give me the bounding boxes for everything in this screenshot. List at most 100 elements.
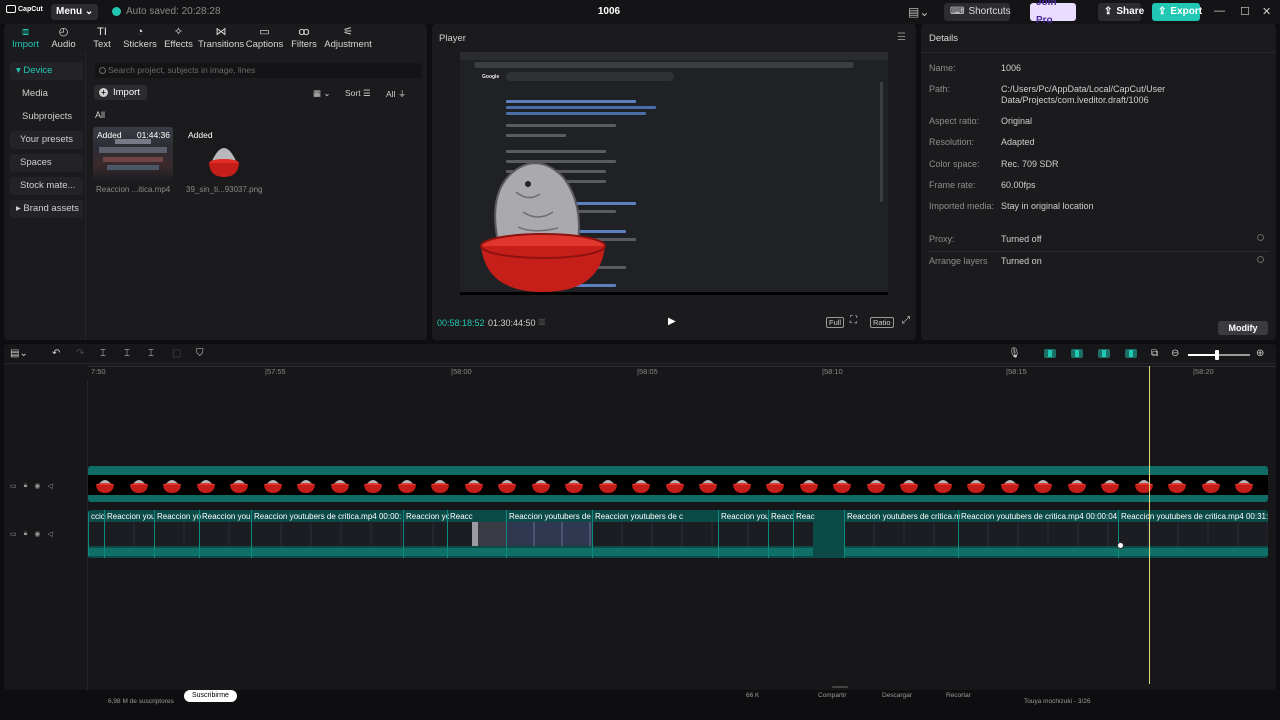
video-clip[interactable]: Reaccion youtubers de critica.m [844, 510, 960, 558]
tab-import[interactable]: ⧈ Import [7, 24, 44, 52]
join-pro-button[interactable]: Join Pro [1030, 0, 1076, 26]
main-video-track[interactable]: ccior Reaccion you Reaccion yo Reaccion … [88, 510, 1268, 558]
maximize-icon[interactable]: ☐ [1240, 5, 1250, 18]
close-icon[interactable]: ✕ [1262, 5, 1271, 18]
nav-device[interactable]: ▾ Device [10, 62, 83, 80]
delete-icon[interactable]: ▢ [172, 348, 181, 359]
tab-filters[interactable]: ꝏ Filters [285, 24, 323, 52]
shortcuts-button[interactable]: ⌨ Shortcuts [944, 3, 1011, 21]
eye-icon[interactable]: ◉ [34, 530, 40, 538]
video-clip[interactable]: Reaccion yo [154, 510, 201, 558]
timeline-scrollbar[interactable] [832, 686, 848, 688]
nav-brand-assets[interactable]: ▸ Brand assets [10, 200, 83, 218]
video-clip[interactable]: Reaccion you [718, 510, 769, 558]
eye-icon[interactable]: ◉ [34, 482, 40, 490]
audio-icon[interactable]: ◁ [47, 482, 52, 490]
shield-icon[interactable]: ⛉ [196, 348, 204, 359]
lock-icon[interactable]: 🔒︎ [24, 482, 28, 490]
nav-spaces[interactable]: Spaces [10, 154, 83, 172]
media-item-video[interactable]: Added 01:44:36 [93, 127, 173, 181]
clip-filmstrip [845, 522, 958, 546]
keyframe-marker[interactable] [1117, 542, 1124, 549]
fit-icon[interactable]: ⛶ [850, 315, 857, 326]
video-clip[interactable]: Reaccion youtubers de critica.mp4 00:00:… [958, 510, 1118, 558]
detail-value: 1006 [1001, 63, 1022, 73]
timeline-marker-icon[interactable]: ▥ [538, 317, 546, 326]
ratio-button[interactable]: Ratio [870, 317, 894, 328]
play-icon[interactable]: ▶ [668, 316, 676, 327]
nav-subprojects[interactable]: Subprojects [10, 108, 83, 126]
overlay-image-track[interactable] [88, 466, 1268, 502]
nav-media[interactable]: Media [10, 85, 83, 103]
nav-your-presets[interactable]: Your presets [10, 131, 83, 149]
video-clip[interactable]: ccior [88, 510, 106, 558]
undo-icon[interactable]: ↶ [52, 348, 60, 359]
microphone-icon[interactable]: 🎙 [1008, 348, 1021, 359]
split-icon[interactable]: ⌶ [100, 348, 106, 359]
fullscreen-icon[interactable]: ⤢ [902, 315, 910, 326]
zoom-in-icon[interactable]: ⊕ [1256, 348, 1264, 359]
nav-stock-material[interactable]: Stock mate... [10, 177, 83, 195]
audio-icon[interactable]: ◁ [47, 530, 52, 538]
media-item-image[interactable]: Added [184, 127, 264, 181]
video-clip[interactable]: Reaccion you [104, 510, 155, 558]
filter-all-button[interactable]: All ⏚ [386, 88, 406, 100]
tab-adjustment[interactable]: ⚟ Adjustment [323, 24, 373, 52]
preview-axis-icon[interactable] [1098, 349, 1110, 358]
linkage-icon[interactable] [1071, 349, 1083, 358]
share-button[interactable]: ⇪ Share [1098, 3, 1144, 21]
timeline-ruler[interactable]: 7:50 |57:55 |58:00 |58:05 |58:10 |58:15 … [88, 365, 1276, 377]
import-button[interactable]: + Import [94, 85, 147, 100]
detail-key: Resolution: [929, 137, 975, 147]
detail-key: Imported media: [929, 201, 995, 211]
magnet-icon[interactable] [1044, 349, 1056, 358]
info-icon[interactable] [1257, 234, 1264, 241]
playhead[interactable] [1149, 366, 1150, 684]
media-search-input[interactable]: Search project, subjects in image, lines [95, 63, 422, 78]
video-clip[interactable]: Reaccion you [199, 510, 251, 558]
media-item-name: 39_sin_ti...93037.png [186, 185, 263, 194]
video-clip[interactable]: Reacc [768, 510, 794, 558]
layout-select-icon[interactable]: ▤⌄ [10, 348, 28, 359]
trim-left-icon[interactable]: ⌶ [124, 348, 130, 359]
redo-icon[interactable]: ↷ [76, 348, 84, 359]
snap-icon[interactable] [1125, 349, 1137, 358]
tab-transitions[interactable]: ⋈ Transitions [198, 24, 244, 52]
view-toggle-icon[interactable]: ▦ ⌄ [313, 88, 331, 99]
sort-button[interactable]: Sort ☰ [345, 88, 371, 99]
video-clip[interactable]: Reacc [447, 510, 506, 558]
video-clip[interactable]: Reaccion youtubers de c [592, 510, 718, 558]
modify-button[interactable]: Modify [1218, 321, 1268, 335]
zoom-out-icon[interactable]: ⊖ [1171, 348, 1179, 359]
tab-effects[interactable]: ✧ Effects [159, 24, 198, 52]
tab-captions[interactable]: ▭ Captions [244, 24, 285, 52]
tab-stickers[interactable]: ◔ Stickers [121, 24, 159, 52]
trim-right-icon[interactable]: ⌶ [148, 348, 154, 359]
video-clip[interactable]: Reaccion youtubers de critica.mp4 00:00: [251, 510, 403, 558]
overlay-frame-thumbnail [1101, 480, 1119, 493]
text-line [506, 106, 656, 109]
track-select-icon[interactable]: ▭ [10, 482, 17, 490]
minimize-icon[interactable]: — [1214, 5, 1225, 17]
tab-text[interactable]: TI Text [83, 24, 121, 52]
zoom-slider-handle[interactable] [1215, 350, 1219, 360]
tab-audio[interactable]: ◴ Audio [44, 24, 83, 52]
preview-icon[interactable]: ⧉ [1151, 348, 1158, 359]
video-viewport[interactable]: Google [460, 52, 888, 295]
video-clip[interactable]: Reaccion youtubers de [506, 510, 592, 558]
export-button[interactable]: ⇪ Export [1152, 3, 1202, 21]
overlay-frame-thumbnail [699, 480, 717, 493]
video-clip[interactable]: Reaccion yo [403, 510, 449, 558]
track-select-icon[interactable]: ▭ [10, 530, 17, 538]
timeline-toolbar: ▤⌄ ↶ ↷ ⌶ ⌶ ⌶ ▢ ⛉ 🎙 ⧉ ⊖ ⊕ [4, 344, 1276, 364]
video-clip[interactable]: Reaccion youtubers de critica.mp4 00:31: [1118, 510, 1268, 558]
tab-stickers-label: Stickers [123, 39, 157, 50]
hamburger-icon[interactable]: ☰ [897, 32, 906, 43]
nav-device-label: Device [23, 65, 53, 76]
browser-address-bar [474, 62, 854, 68]
info-icon[interactable] [1257, 256, 1264, 263]
layout-icon[interactable]: ▤⌄ [902, 3, 935, 21]
full-button[interactable]: Full [826, 317, 845, 328]
video-clip[interactable]: Reac [793, 510, 815, 558]
lock-icon[interactable]: 🔒︎ [24, 530, 28, 538]
